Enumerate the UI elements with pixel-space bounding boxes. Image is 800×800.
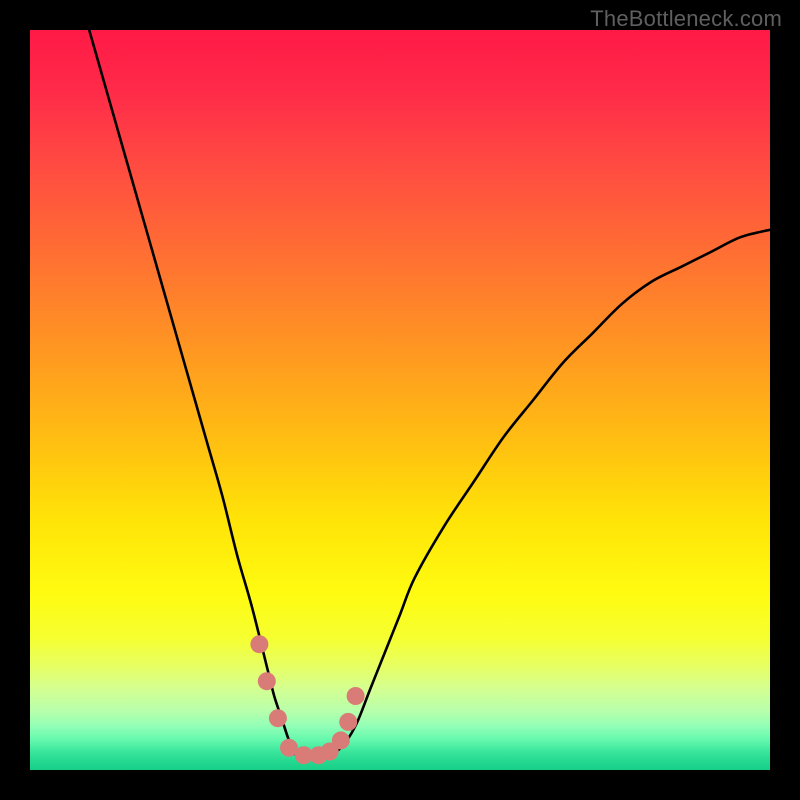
highlight-dot [258, 672, 276, 690]
chart-frame: TheBottleneck.com [0, 0, 800, 800]
highlight-dots [250, 635, 364, 764]
bottleneck-curve [89, 30, 770, 756]
curve-layer [30, 30, 770, 770]
highlight-dot [250, 635, 268, 653]
plot-area [30, 30, 770, 770]
highlight-dot [339, 713, 357, 731]
watermark-text: TheBottleneck.com [590, 6, 782, 32]
highlight-dot [269, 709, 287, 727]
highlight-dot [332, 731, 350, 749]
highlight-dot [347, 687, 365, 705]
